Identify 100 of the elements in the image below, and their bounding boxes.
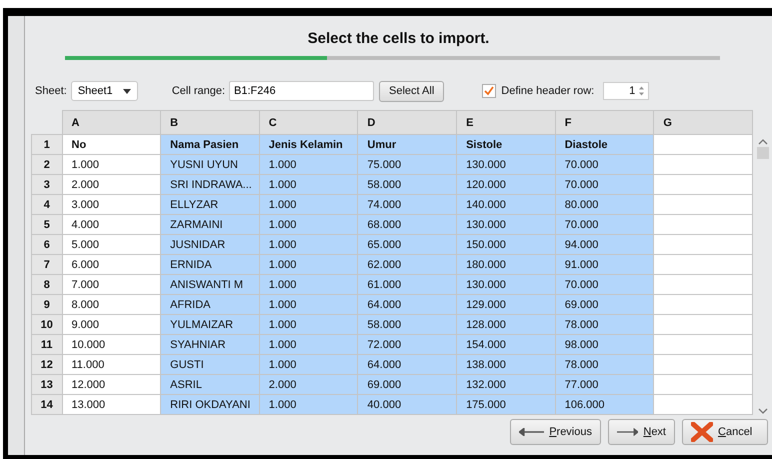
column-header[interactable]: C (259, 110, 358, 134)
table-cell: 64.000 (358, 294, 457, 314)
table-cell: 72.000 (358, 334, 457, 354)
table-cell: ERNIDA (160, 254, 260, 274)
column-header[interactable]: B (160, 110, 260, 134)
scroll-up-icon[interactable] (758, 138, 768, 145)
table-cell: 1.000 (259, 274, 358, 294)
table-cell: 69.000 (358, 374, 457, 394)
table-cell: 1.000 (259, 314, 358, 334)
table-cell: Umur (358, 134, 457, 154)
table-cell: 70.000 (555, 214, 654, 234)
table-cell: 62.000 (358, 254, 457, 274)
scroll-thumb[interactable] (756, 147, 768, 159)
table-cell: 68.000 (358, 214, 457, 234)
row-number[interactable]: 12 (32, 354, 62, 374)
table-cell: 130.000 (456, 214, 556, 234)
table-cell: Sistole (456, 134, 556, 154)
table-cell: 70.000 (555, 274, 654, 294)
table-cell: 140.000 (456, 194, 556, 214)
row-number[interactable]: 6 (32, 234, 62, 254)
row-number[interactable]: 9 (32, 294, 62, 314)
sheet-dropdown[interactable]: Sheet1 (70, 81, 138, 101)
column-header[interactable]: A (62, 110, 161, 134)
row-number[interactable]: 3 (32, 174, 62, 194)
table-cell: 40.000 (358, 394, 457, 414)
table-cell: 91.000 (555, 254, 654, 274)
table-cell: 1.000 (62, 154, 161, 174)
cell-range-field[interactable]: B1:F246 (229, 81, 374, 101)
caret-icon (122, 88, 131, 94)
row-number[interactable]: 2 (32, 154, 62, 174)
column-header[interactable]: D (358, 110, 457, 134)
table-cell: 77.000 (555, 374, 654, 394)
table-cell: 98.000 (555, 334, 654, 354)
table-cell: No (62, 134, 161, 154)
table-cell: Jenis Kelamin (259, 134, 358, 154)
table-cell: ANISWANTI M (160, 274, 260, 294)
sheet-label: Sheet: (35, 85, 67, 97)
table-cell: 1.000 (259, 214, 358, 234)
table-cell: 4.000 (62, 214, 161, 234)
right-arrow-icon (617, 428, 638, 436)
header-row-checkbox[interactable] (482, 84, 496, 98)
row-number[interactable]: 8 (32, 274, 62, 294)
row-number[interactable]: 13 (32, 374, 62, 394)
table-cell: 132.000 (456, 374, 556, 394)
row-number[interactable]: 1 (32, 134, 62, 154)
table-cell: AFRIDA (160, 294, 260, 314)
table-cell: 1.000 (259, 394, 358, 414)
table-cell: 150.000 (456, 234, 556, 254)
dialog-title: Select the cells to import. (306, 30, 490, 47)
table-cell: YULMAIZAR (160, 314, 260, 334)
table-cell: 78.000 (555, 354, 654, 374)
table-cell: 1.000 (259, 294, 358, 314)
table-cell: 2.000 (259, 374, 358, 394)
table-cell: 106.000 (555, 394, 654, 414)
table-cell: 1.000 (259, 354, 358, 374)
table-cell: 58.000 (358, 314, 457, 334)
previous-button[interactable]: Previous (510, 419, 601, 445)
table-cell: SRI INDRAWA... (160, 174, 260, 194)
column-header[interactable]: E (456, 110, 556, 134)
table-cell: Nama Pasien (160, 134, 260, 154)
select-all-button[interactable]: Select All (379, 80, 444, 102)
table-cell: 9.000 (62, 314, 161, 334)
table-cell: 70.000 (555, 174, 654, 194)
scroll-down-icon[interactable] (758, 408, 768, 415)
table-cell: 130.000 (456, 274, 556, 294)
table-cell: 78.000 (555, 314, 654, 334)
header-row-label: Define header row: (501, 85, 594, 97)
row-number[interactable]: 10 (32, 314, 62, 334)
table-cell: ELLYZAR (160, 194, 260, 214)
table-cell: 7.000 (62, 274, 161, 294)
table-cell: 175.000 (456, 394, 556, 414)
row-number[interactable]: 14 (32, 394, 62, 414)
table-cell: Diastole (555, 134, 654, 154)
cell-range-label: Cell range: (172, 85, 226, 97)
table-cell: 128.000 (456, 314, 556, 334)
row-number[interactable]: 7 (32, 254, 62, 274)
row-number[interactable]: 11 (32, 334, 62, 354)
table-cell: 1.000 (259, 234, 358, 254)
header-row-spinner[interactable]: 1 (603, 82, 650, 100)
table-cell: 69.000 (555, 294, 654, 314)
table-cell: 138.000 (456, 354, 556, 374)
table-cell: SYAHNIAR (160, 334, 260, 354)
table-cell: 1.000 (259, 154, 358, 174)
table-cell: 12.000 (62, 374, 161, 394)
column-header[interactable]: G (654, 110, 752, 134)
table-cell: 2.000 (62, 174, 161, 194)
cancel-button[interactable]: Cancel (682, 419, 768, 445)
table-cell: 75.000 (358, 154, 457, 174)
table-cell: ASRIL (160, 374, 260, 394)
table-cell: 6.000 (62, 254, 161, 274)
table-cell: JUSNIDAR (160, 234, 260, 254)
table-cell: 5.000 (62, 234, 161, 254)
column-header[interactable]: F (555, 110, 654, 134)
table-cell: 13.000 (62, 394, 161, 414)
row-number[interactable]: 5 (32, 214, 62, 234)
table-cell: 11.000 (62, 354, 161, 374)
next-button[interactable]: Next (608, 419, 675, 445)
row-number[interactable]: 4 (32, 194, 62, 214)
table-cell: 154.000 (456, 334, 556, 354)
table-cell: 58.000 (358, 174, 457, 194)
